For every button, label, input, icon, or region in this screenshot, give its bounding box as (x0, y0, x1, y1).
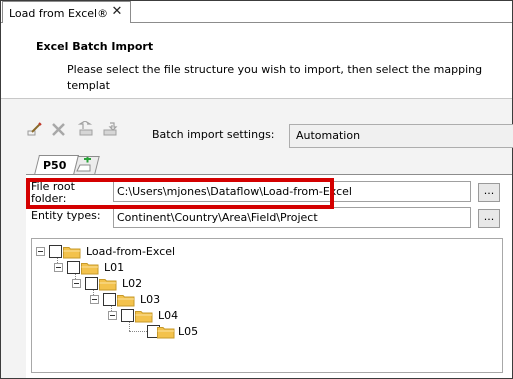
folder-tree[interactable]: Load-from-Excel L01 L02 L03 L04 L05 (31, 238, 503, 373)
wizard-header: Excel Batch Import Please select the fil… (1, 23, 512, 99)
browse-root-button[interactable]: ... (478, 183, 500, 202)
batch-import-label: Batch import settings: (152, 128, 275, 141)
move-up-icon[interactable] (78, 121, 96, 137)
folder-icon (157, 327, 175, 339)
page-title: Excel Batch Import (36, 40, 154, 53)
browse-entity-button[interactable]: ... (478, 209, 500, 228)
tab-title: Load from Excel® (9, 6, 109, 20)
collapse-icon[interactable] (72, 279, 81, 288)
node-checkbox[interactable] (121, 309, 134, 322)
file-root-label: File root folder: (31, 180, 75, 205)
entity-types-label: Entity types: (31, 209, 101, 222)
tree-node-label: L05 (178, 325, 199, 338)
folder-icon (81, 263, 99, 275)
tree-connector (129, 331, 147, 332)
document-tab-strip: Load from Excel® ✕ (1, 1, 512, 24)
entity-types-input[interactable]: Continent\Country\Area\Field\Project (113, 207, 471, 228)
tree-node-label: L01 (104, 261, 125, 274)
folder-icon (135, 311, 153, 323)
folder-icon (63, 247, 81, 259)
tree-node-label: L04 (158, 309, 179, 322)
file-root-input[interactable]: C:\Users\mjones\Dataflow\Load-from-Excel (113, 181, 471, 202)
tab-load-from-excel[interactable]: Load from Excel® ✕ (2, 1, 131, 24)
node-checkbox[interactable] (67, 261, 80, 274)
node-checkbox[interactable] (103, 293, 116, 306)
folder-icon (99, 279, 117, 291)
edit-icon[interactable] (26, 121, 44, 137)
folder-icon (117, 295, 135, 307)
node-checkbox[interactable] (85, 277, 98, 290)
collapse-icon[interactable] (108, 311, 117, 320)
collapse-icon[interactable] (36, 247, 45, 256)
batch-import-select[interactable]: Automation (289, 124, 513, 148)
tab-p50-label: P50 (43, 159, 67, 172)
close-icon[interactable]: ✕ (110, 5, 124, 19)
delete-icon[interactable] (50, 121, 68, 137)
collapse-icon[interactable] (90, 295, 99, 304)
collapse-icon[interactable] (54, 263, 63, 272)
tree-node-label: Load-from-Excel (86, 245, 176, 258)
add-tab-icon[interactable] (75, 157, 93, 173)
node-checkbox[interactable] (49, 245, 62, 258)
tree-node-label: L02 (122, 277, 143, 290)
move-down-icon[interactable] (102, 121, 120, 137)
page-description: Please select the file structure you wis… (67, 63, 483, 96)
tree-node-label: L03 (140, 293, 161, 306)
